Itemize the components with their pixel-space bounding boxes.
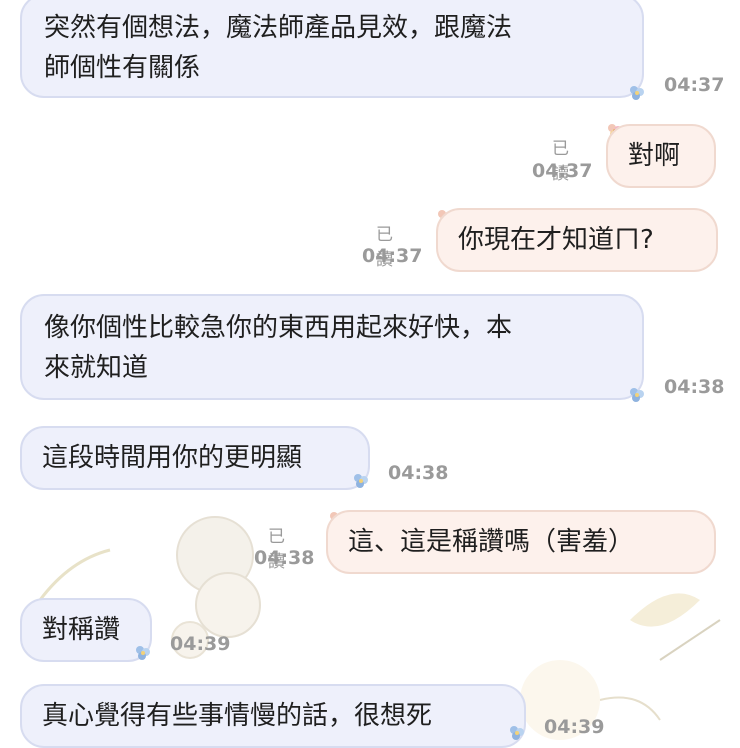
- message-line: 這段時間用你的更明顯: [42, 443, 303, 473]
- message-line: 真心覺得有些事情慢的話，很想死: [42, 701, 433, 731]
- message-line: 師個性有關係: [44, 53, 201, 83]
- message-line: 你現在才知道ㄇ?: [458, 225, 654, 255]
- message-line: 突然有個想法，魔法師產品見效，跟魔法: [44, 13, 513, 43]
- timestamp: 04:39: [544, 716, 605, 738]
- message-bubble[interactable]: 你現在才知道ㄇ?: [436, 208, 718, 272]
- timestamp: 04:38: [254, 547, 315, 569]
- timestamp: 04:37: [664, 74, 725, 96]
- message-line: 對啊: [628, 141, 681, 171]
- flower-sticker-icon: [510, 726, 524, 740]
- message-line: 對稱讚: [42, 615, 121, 645]
- timestamp: 04:37: [532, 160, 593, 182]
- message-bubble[interactable]: 對啊: [606, 124, 716, 188]
- flower-sticker-icon: [354, 474, 368, 488]
- message-bubble[interactable]: 真心覺得有些事情慢的話，很想死: [20, 684, 526, 748]
- message-line: 這、這是稱讚嗎（害羞）: [348, 527, 635, 557]
- timestamp: 04:38: [388, 462, 449, 484]
- timestamp: 04:38: [664, 376, 725, 398]
- message-bubble[interactable]: 突然有個想法，魔法師產品見效，跟魔法 師個性有關係: [20, 0, 644, 98]
- message-bubble[interactable]: 這段時間用你的更明顯: [20, 426, 370, 490]
- message-bubble[interactable]: 這、這是稱讚嗎（害羞）: [326, 510, 716, 574]
- timestamp: 04:37: [362, 245, 423, 267]
- message-bubble[interactable]: 像你個性比較急你的東西用起來好快，本 來就知道: [20, 294, 644, 400]
- flower-sticker-icon: [630, 388, 644, 402]
- flower-sticker-icon: [136, 646, 150, 660]
- message-line: 來就知道: [44, 353, 149, 383]
- flower-sticker-icon: [630, 86, 644, 100]
- timestamp: 04:39: [170, 633, 231, 655]
- message-line: 像你個性比較急你的東西用起來好快，本: [44, 313, 513, 343]
